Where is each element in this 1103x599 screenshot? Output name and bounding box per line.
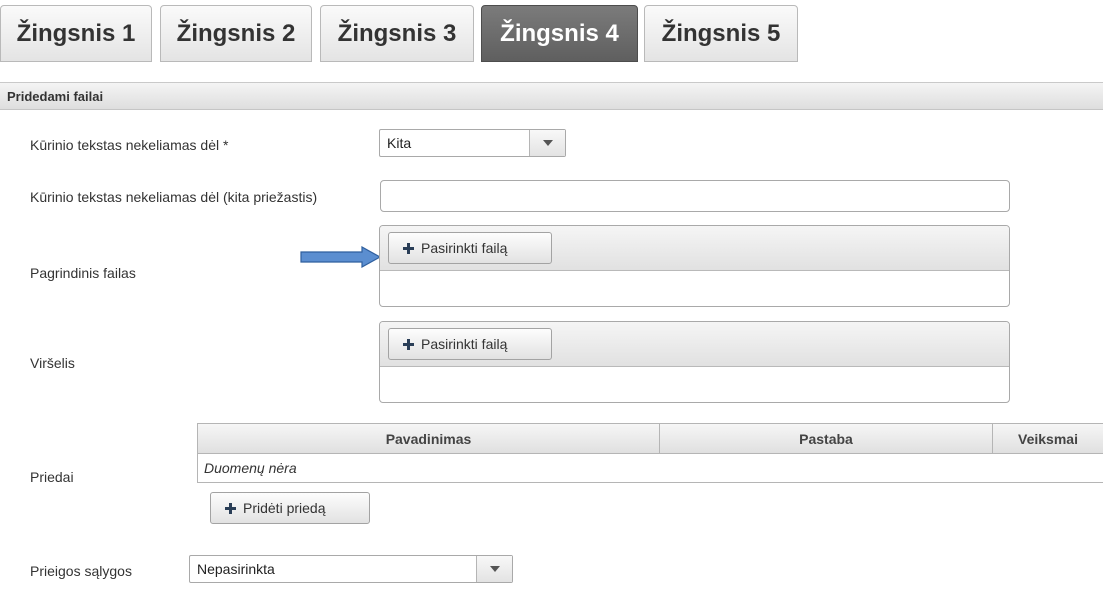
add-attachment-button[interactable]: Pridėti priedą	[210, 492, 370, 524]
plus-icon	[225, 502, 236, 514]
chevron-down-icon[interactable]	[476, 556, 512, 582]
tab-step-3-label: Žingsnis 3	[337, 19, 457, 47]
tab-step-1-label: Žingsnis 1	[16, 19, 136, 47]
attachments-empty-message: Duomenų nėra	[204, 460, 297, 476]
chevron-down-icon[interactable]	[529, 130, 565, 156]
attachments-table-header: Pavadinimas Pastaba Veiksmai	[198, 424, 1103, 454]
section-title: Pridedami failai	[7, 88, 104, 104]
tab-step-1[interactable]: Žingsnis 1	[0, 5, 152, 62]
tab-step-3[interactable]: Žingsnis 3	[320, 5, 474, 62]
main-file-label: Pagrindinis failas	[30, 265, 136, 281]
tab-step-2[interactable]: Žingsnis 2	[160, 5, 312, 62]
access-select-value: Nepasirinkta	[197, 561, 275, 577]
arrow-right-icon	[300, 246, 382, 268]
tab-step-4-label: Žingsnis 4	[500, 19, 619, 47]
column-header-name[interactable]: Pavadinimas	[198, 424, 660, 453]
tab-step-4[interactable]: Žingsnis 4	[481, 5, 638, 62]
access-select[interactable]: Nepasirinkta	[189, 555, 513, 583]
column-header-note[interactable]: Pastaba	[660, 424, 993, 453]
plus-icon	[403, 338, 414, 350]
choose-main-file-label: Pasirinkti failą	[421, 240, 508, 256]
other-reason-input[interactable]	[380, 180, 1010, 212]
choose-cover-file-button[interactable]: Pasirinkti failą	[388, 328, 552, 360]
main-file-upload: Pasirinkti failą	[379, 225, 1010, 307]
reason-select[interactable]: Kita	[379, 129, 566, 157]
attachments-label: Priedai	[30, 469, 74, 485]
tab-step-5[interactable]: Žingsnis 5	[644, 5, 798, 62]
attachments-table: Pavadinimas Pastaba Veiksmai Duomenų nėr…	[197, 423, 1103, 483]
add-attachment-label: Pridėti priedą	[243, 500, 326, 516]
column-header-actions[interactable]: Veiksmai	[993, 424, 1103, 453]
tab-step-5-label: Žingsnis 5	[661, 19, 781, 47]
cover-label: Viršelis	[30, 355, 75, 371]
reason-label: Kūrinio tekstas nekeliamas dėl *	[30, 137, 229, 153]
tab-step-2-label: Žingsnis 2	[176, 19, 296, 47]
reason-select-value: Kita	[387, 135, 412, 151]
choose-main-file-button[interactable]: Pasirinkti failą	[388, 232, 552, 264]
cover-upload-toolbar: Pasirinkti failą	[380, 322, 1009, 367]
plus-icon	[403, 242, 414, 254]
choose-cover-file-label: Pasirinkti failą	[421, 336, 508, 352]
access-label: Prieigos sąlygos	[30, 563, 132, 579]
section-header: Pridedami failai	[0, 82, 1103, 110]
main-file-upload-toolbar: Pasirinkti failą	[380, 226, 1009, 271]
other-reason-label: Kūrinio tekstas nekeliamas dėl (kita pri…	[30, 189, 318, 205]
cover-upload: Pasirinkti failą	[379, 321, 1010, 403]
